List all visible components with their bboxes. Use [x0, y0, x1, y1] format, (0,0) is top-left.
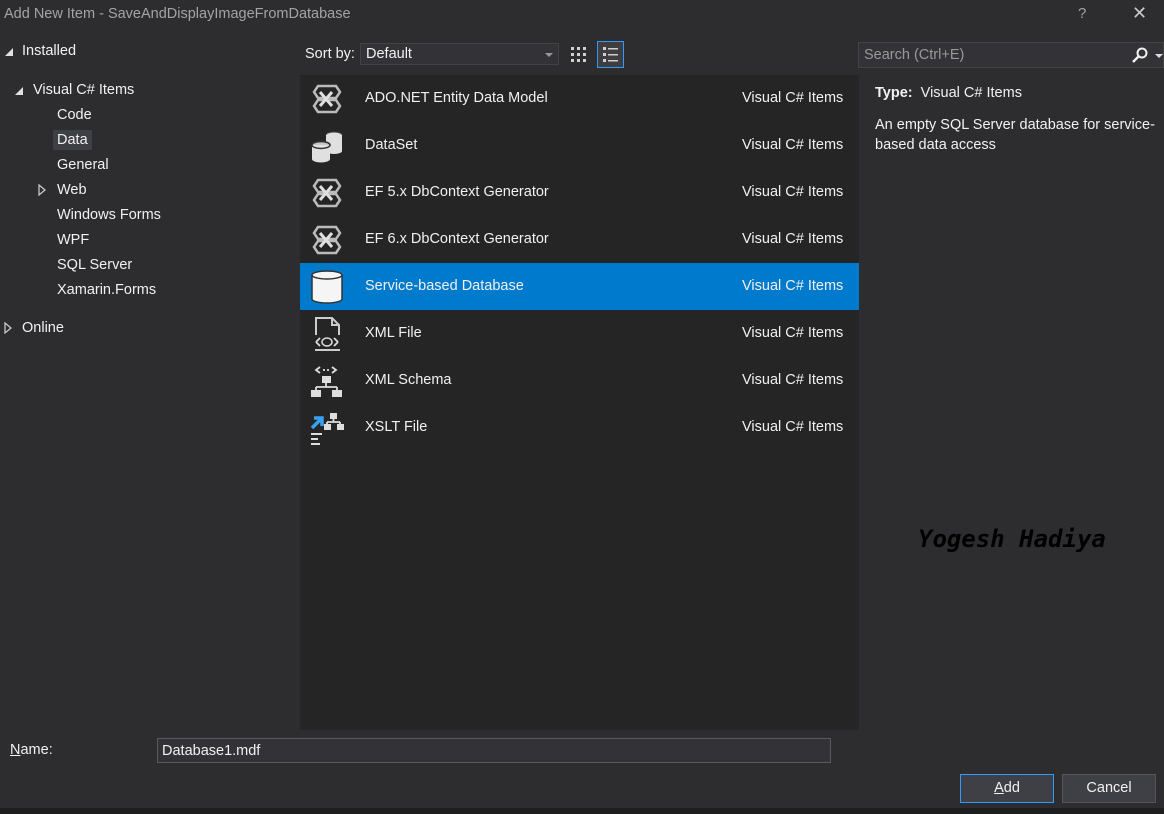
xml-schema-icon [311, 366, 342, 397]
item-name: EF 6.x DbContext Generator [365, 231, 549, 247]
database-icon [311, 270, 343, 304]
tree-label: Data [57, 132, 88, 148]
expanded-arrow-icon[interactable] [14, 86, 24, 96]
add-button[interactable]: Add [960, 774, 1054, 803]
sort-by-dropdown[interactable]: Default [360, 43, 559, 65]
help-button[interactable]: ? [1078, 5, 1086, 22]
tree-item-data[interactable]: Data [53, 130, 92, 150]
tree-label-online: Online [22, 320, 64, 336]
tree-item-sql-server[interactable]: SQL Server [57, 257, 132, 273]
footer: Name: Add Cancel [0, 730, 1164, 814]
collapsed-arrow-icon[interactable] [38, 184, 46, 196]
list-item-service-based-database[interactable]: Service-based Database Visual C# Items [300, 263, 859, 310]
list-item-dataset[interactable]: DataSet Visual C# Items [300, 122, 859, 169]
tree-item-general[interactable]: General [57, 157, 109, 173]
list-item-xslt-file[interactable]: XSLT File Visual C# Items [300, 404, 859, 451]
window-title: Add New Item - SaveAndDisplayImageFromDa… [4, 6, 351, 22]
chevron-down-icon[interactable] [1155, 54, 1163, 58]
name-label-text: ame: [20, 742, 53, 758]
tree-label: Windows Forms [57, 207, 161, 223]
watermark: Yogesh Hadiya [918, 525, 1106, 553]
sort-by-label: Sort by: [305, 46, 355, 62]
item-category: Visual C# Items [742, 419, 844, 435]
tree-label: WPF [57, 232, 90, 248]
list-item-ef5-dbcontext-generator[interactable]: EF 5.x DbContext Generator Visual C# Ite… [300, 169, 859, 216]
type-value: Visual C# Items [920, 85, 1022, 101]
item-category: Visual C# Items [742, 278, 844, 294]
tree-label-installed: Installed [22, 43, 77, 59]
item-category: Visual C# Items [742, 184, 844, 200]
chevron-down-icon [545, 53, 553, 57]
item-template-list: ADO.NET Entity Data Model Visual C# Item… [300, 75, 859, 730]
tree-item-code[interactable]: Code [57, 107, 92, 123]
item-category: Visual C# Items [742, 90, 844, 106]
name-label-accesskey: N [10, 742, 21, 758]
tree-label: Xamarin.Forms [57, 282, 157, 298]
tree-item-wpf[interactable]: WPF [57, 232, 89, 248]
add-label: dd [1003, 780, 1020, 796]
xslt-file-icon [310, 413, 344, 445]
name-label: Name: [10, 742, 53, 758]
item-name: XML Schema [365, 372, 452, 388]
tree-item-xamarin-forms[interactable]: Xamarin.Forms [57, 282, 156, 298]
item-name: EF 5.x DbContext Generator [365, 184, 549, 200]
expanded-arrow-icon[interactable] [4, 47, 14, 57]
item-category: Visual C# Items [742, 325, 844, 341]
tree-label: Code [57, 107, 92, 123]
list-item-xml-schema[interactable]: XML Schema Visual C# Items [300, 357, 859, 404]
item-name: XSLT File [365, 419, 428, 435]
name-input[interactable] [157, 738, 831, 763]
item-name: XML File [365, 325, 422, 341]
cancel-button[interactable]: Cancel [1062, 774, 1156, 803]
add-accesskey: A [994, 780, 1004, 796]
tree-label: Web [57, 182, 87, 198]
list-view-icon [603, 47, 618, 62]
title-bar: Add New Item - SaveAndDisplayImageFromDa… [0, 0, 1164, 30]
item-category: Visual C# Items [742, 372, 844, 388]
item-category: Visual C# Items [742, 231, 844, 247]
search-placeholder: Search (Ctrl+E) [864, 47, 965, 63]
collapsed-arrow-icon[interactable] [4, 322, 12, 334]
medium-icons-view-button[interactable] [565, 41, 592, 68]
tree-item-windows-forms[interactable]: Windows Forms [57, 207, 161, 223]
entity-model-icon [312, 84, 342, 114]
item-type: Type: Visual C# Items [875, 85, 1022, 101]
item-name: ADO.NET Entity Data Model [365, 90, 548, 106]
list-item-ado-net-entity-data-model[interactable]: ADO.NET Entity Data Model Visual C# Item… [300, 75, 859, 122]
item-description: An empty SQL Server database for service… [875, 117, 1155, 153]
list-item-ef6-dbcontext-generator[interactable]: EF 6.x DbContext Generator Visual C# Ite… [300, 216, 859, 263]
xml-file-icon [312, 317, 342, 351]
tree-label: General [57, 157, 109, 173]
item-name: DataSet [365, 137, 418, 153]
entity-model-icon [312, 225, 342, 255]
sort-by-value: Default [366, 46, 412, 62]
type-label: Type: [875, 85, 913, 101]
search-icon[interactable] [1131, 46, 1149, 64]
search-input[interactable]: Search (Ctrl+E) [858, 42, 1164, 68]
item-name: Service-based Database [365, 278, 524, 294]
item-category: Visual C# Items [742, 137, 844, 153]
small-icons-view-button[interactable] [597, 41, 624, 68]
grid-view-icon [571, 47, 586, 62]
tree-label: SQL Server [57, 257, 133, 273]
window-bottom-edge [0, 808, 1164, 814]
entity-model-icon [312, 178, 342, 208]
list-item-xml-file[interactable]: XML File Visual C# Items [300, 310, 859, 357]
dataset-icon [311, 131, 343, 163]
close-button[interactable]: ✕ [1132, 3, 1147, 24]
tree-label-visual-csharp-items: Visual C# Items [33, 82, 135, 98]
